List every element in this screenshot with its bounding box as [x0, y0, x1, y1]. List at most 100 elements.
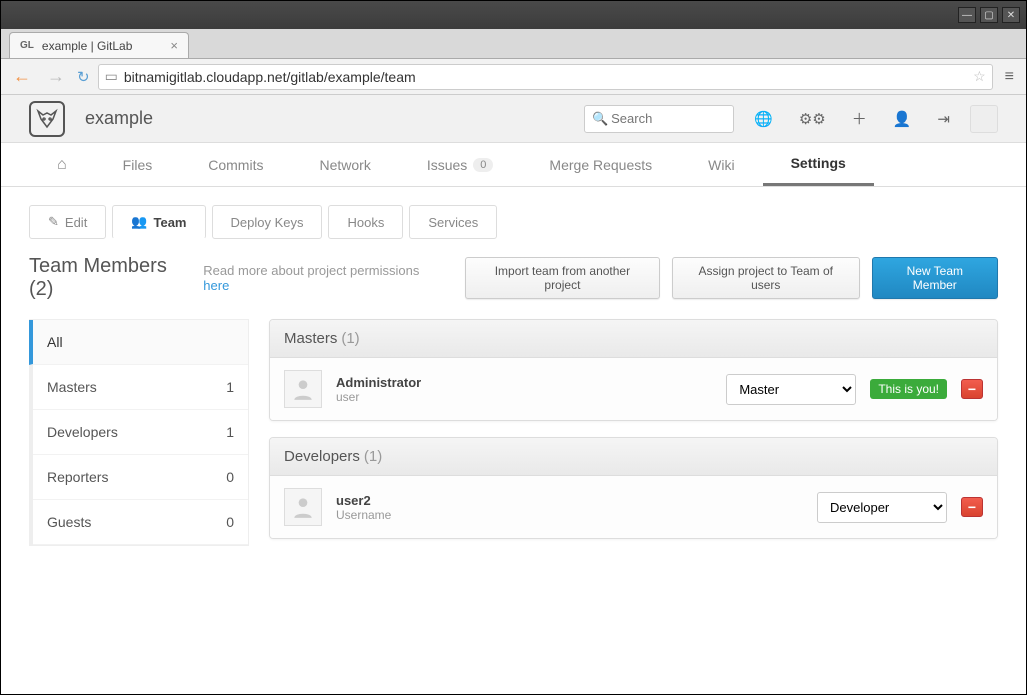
home-icon: ⌂ — [57, 156, 67, 174]
url-bar[interactable]: ▭ bitnamigitlab.cloudapp.net/gitlab/exam… — [98, 64, 993, 90]
member-info: user2 Username — [336, 493, 391, 522]
url-text: bitnamigitlab.cloudapp.net/gitlab/exampl… — [124, 69, 416, 85]
group-developers: Developers (1) user2 Username D — [269, 437, 998, 539]
team-icon: 👥 — [131, 214, 147, 230]
sidebar-item-count: 0 — [226, 514, 234, 530]
group-header: Masters (1) — [270, 320, 997, 358]
subtab-deploy-keys[interactable]: Deploy Keys — [212, 205, 323, 239]
edit-icon: ✎ — [48, 214, 59, 230]
settings-subnav: ✎ Edit 👥 Team Deploy Keys Hooks Services — [1, 187, 1026, 249]
title-row: Team Members (2) Read more about project… — [1, 249, 1026, 315]
member-username: user — [336, 390, 421, 404]
permissions-link[interactable]: here — [203, 278, 229, 293]
sidebar-item-count: 0 — [226, 469, 234, 485]
group-title: Developers — [284, 448, 360, 465]
import-team-button[interactable]: Import team from another project — [465, 257, 660, 299]
subtab-team[interactable]: 👥 Team — [112, 205, 205, 239]
nav-network[interactable]: Network — [291, 143, 398, 186]
person-icon — [290, 494, 316, 520]
role-filter-sidebar: All Masters 1 Developers 1 Reporters 0 — [29, 319, 249, 546]
role-select[interactable]: Developer — [817, 492, 947, 523]
sidebar-item-count: 1 — [226, 424, 234, 440]
issues-count-badge: 0 — [473, 158, 493, 172]
avatar — [284, 488, 322, 526]
group-header: Developers (1) — [270, 438, 997, 476]
signout-icon[interactable]: ⇥ — [931, 106, 956, 132]
role-filter-list: All Masters 1 Developers 1 Reporters 0 — [29, 319, 249, 546]
fox-icon — [35, 107, 59, 131]
content-two-col: All Masters 1 Developers 1 Reporters 0 — [1, 315, 1026, 566]
new-team-member-button[interactable]: New Team Member — [872, 257, 998, 299]
nav-files[interactable]: Files — [95, 143, 181, 186]
app-viewport: example 🔍 🌐 ⚙⚙ ＋ 👤 ⇥ ⌂ Files Commits Net… — [1, 95, 1026, 694]
remove-member-button[interactable]: − — [961, 497, 983, 517]
page-icon: ▭ — [105, 68, 118, 85]
assign-team-button[interactable]: Assign project to Team of users — [672, 257, 860, 299]
member-name[interactable]: Administrator — [336, 375, 421, 390]
subtab-edit[interactable]: ✎ Edit — [29, 205, 106, 239]
browser-toolbar: ← → ↻ ▭ bitnamigitlab.cloudapp.net/gitla… — [1, 59, 1026, 95]
sidebar-item-reporters[interactable]: Reporters 0 — [33, 455, 248, 500]
member-username: Username — [336, 508, 391, 522]
sidebar-item-developers[interactable]: Developers 1 — [33, 410, 248, 455]
reload-button[interactable]: ↻ — [77, 68, 90, 86]
project-name[interactable]: example — [85, 108, 153, 129]
bookmark-star-icon[interactable]: ☆ — [973, 68, 986, 85]
this-is-you-badge: This is you! — [870, 379, 947, 399]
subtab-team-label: Team — [154, 215, 187, 230]
globe-icon[interactable]: 🌐 — [748, 106, 779, 132]
sidebar-item-label: Guests — [47, 514, 91, 530]
sidebar-item-guests[interactable]: Guests 0 — [33, 500, 248, 545]
gears-icon[interactable]: ⚙⚙ — [793, 106, 832, 132]
group-count: (1) — [364, 448, 382, 465]
members-main: Masters (1) Administrator user — [269, 319, 998, 546]
subtab-hooks[interactable]: Hooks — [328, 205, 403, 239]
group-masters: Masters (1) Administrator user — [269, 319, 998, 421]
nav-commits[interactable]: Commits — [180, 143, 291, 186]
sidebar-item-masters[interactable]: Masters 1 — [33, 365, 248, 410]
member-info: Administrator user — [336, 375, 421, 404]
nav-home[interactable]: ⌂ — [29, 143, 95, 186]
browser-tab[interactable]: GL example | GitLab × — [9, 32, 189, 58]
nav-settings[interactable]: Settings — [763, 143, 874, 186]
minimize-button[interactable]: — — [958, 7, 976, 23]
remove-member-button[interactable]: − — [961, 379, 983, 399]
subtab-services[interactable]: Services — [409, 205, 497, 239]
plus-icon[interactable]: ＋ — [846, 104, 873, 133]
member-row: user2 Username Developer − — [270, 476, 997, 538]
page-title: Team Members (2) — [29, 255, 191, 301]
nav-issues-label: Issues — [427, 157, 467, 173]
browser-tabbar: GL example | GitLab × — [1, 29, 1026, 59]
sidebar-item-label: Reporters — [47, 469, 108, 485]
role-select[interactable]: Master — [726, 374, 856, 405]
sidebar-item-label: Developers — [47, 424, 118, 440]
back-button[interactable]: ← — [9, 64, 35, 89]
project-nav: ⌂ Files Commits Network Issues 0 Merge R… — [1, 143, 1026, 187]
browser-menu-icon[interactable]: ≡ — [1001, 64, 1018, 90]
os-titlebar: — ▢ ✕ — [1, 1, 1026, 29]
nav-issues[interactable]: Issues 0 — [399, 143, 522, 186]
sidebar-item-label: Masters — [47, 379, 97, 395]
forward-button[interactable]: → — [43, 64, 69, 89]
tab-favicon: GL — [20, 40, 34, 51]
app-header: example 🔍 🌐 ⚙⚙ ＋ 👤 ⇥ — [1, 95, 1026, 143]
nav-wiki[interactable]: Wiki — [680, 143, 762, 186]
gitlab-logo[interactable] — [29, 101, 65, 137]
sidebar-item-count: 1 — [226, 379, 234, 395]
title-subtext: Read more about project permissions here — [203, 263, 441, 293]
subtab-edit-label: Edit — [65, 215, 87, 230]
avatar[interactable] — [970, 105, 998, 133]
maximize-button[interactable]: ▢ — [980, 7, 998, 23]
sidebar-item-all[interactable]: All — [29, 320, 248, 365]
user-icon[interactable]: 👤 — [887, 106, 918, 132]
close-window-button[interactable]: ✕ — [1002, 7, 1020, 23]
close-tab-icon[interactable]: × — [170, 38, 178, 53]
nav-merge-requests[interactable]: Merge Requests — [521, 143, 680, 186]
person-icon — [290, 376, 316, 402]
member-row: Administrator user Master This is you! − — [270, 358, 997, 420]
avatar — [284, 370, 322, 408]
sidebar-item-label: All — [47, 334, 63, 350]
tab-title: example | GitLab — [42, 39, 133, 53]
member-name[interactable]: user2 — [336, 493, 391, 508]
window-frame: — ▢ ✕ GL example | GitLab × ← → ↻ ▭ bitn… — [0, 0, 1027, 695]
